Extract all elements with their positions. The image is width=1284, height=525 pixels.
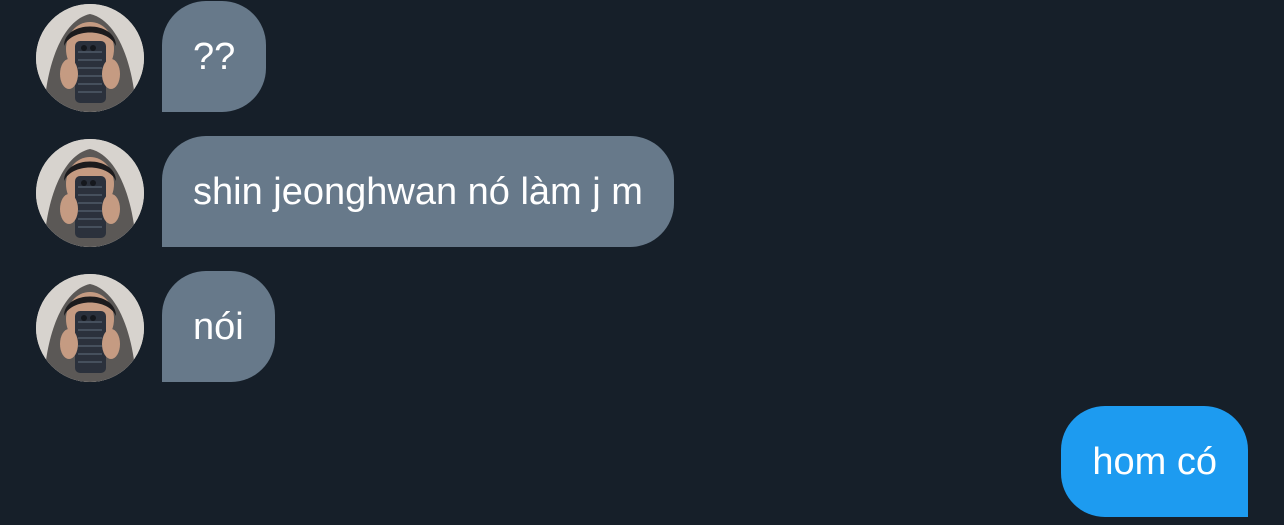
message-row-outgoing: hom có bbox=[0, 406, 1284, 517]
user-avatar[interactable] bbox=[36, 274, 144, 382]
user-avatar-icon bbox=[36, 4, 144, 112]
user-avatar[interactable] bbox=[36, 139, 144, 247]
message-bubble-outgoing[interactable]: hom có bbox=[1061, 406, 1248, 517]
message-bubble-incoming[interactable]: nói bbox=[162, 271, 275, 382]
message-row-incoming: nói bbox=[0, 271, 1284, 382]
message-row-incoming: ?? bbox=[0, 1, 1284, 112]
user-avatar-icon bbox=[36, 274, 144, 382]
user-avatar-icon bbox=[36, 139, 144, 247]
user-avatar[interactable] bbox=[36, 4, 144, 112]
message-text: nói bbox=[193, 305, 244, 348]
message-row-incoming: shin jeonghwan nó làm j m bbox=[0, 136, 1284, 247]
message-bubble-incoming[interactable]: shin jeonghwan nó làm j m bbox=[162, 136, 674, 247]
message-bubble-incoming[interactable]: ?? bbox=[162, 1, 267, 112]
message-text: shin jeonghwan nó làm j m bbox=[193, 170, 643, 213]
message-text: hom có bbox=[1092, 440, 1217, 483]
message-text: ?? bbox=[193, 35, 236, 78]
